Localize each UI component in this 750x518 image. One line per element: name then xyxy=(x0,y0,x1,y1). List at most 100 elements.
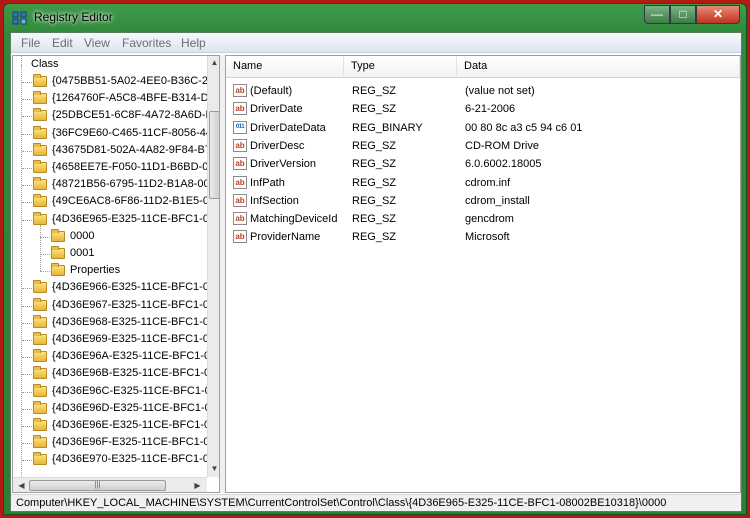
tree-horizontal-scrollbar[interactable]: ◀ ||| ▶ xyxy=(13,477,207,492)
folder-icon xyxy=(33,91,47,105)
folder-icon xyxy=(51,246,65,259)
scroll-left-arrow-icon[interactable]: ◀ xyxy=(15,481,28,490)
tree-item-class-key[interactable]: {4D36E967-E325-11CE-BFC1-080 xyxy=(13,297,207,314)
registry-editor-icon xyxy=(12,11,27,25)
tree-connector xyxy=(22,219,32,221)
tree-connector xyxy=(22,374,32,376)
folder-icon xyxy=(33,314,47,328)
tree-item-label: {4D36E96C-E325-11CE-BFC1-080 xyxy=(52,384,207,397)
tree-item-class-key[interactable]: {4D36E969-E325-11CE-BFC1-080 xyxy=(13,331,207,348)
column-header-data[interactable]: Data xyxy=(457,56,740,77)
tree-item-label: {4D36E967-E325-11CE-BFC1-080 xyxy=(52,298,207,311)
tree-connector xyxy=(22,150,32,152)
tree-item-class-key[interactable]: {4D36E96F-E325-11CE-BFC1-080 xyxy=(13,434,207,451)
value-type: REG_SZ xyxy=(352,176,397,189)
tree-rows: Class {0475BB51-5A02-4EE0-B36C-290 {12647… xyxy=(13,56,207,478)
value-type: REG_SZ xyxy=(352,158,397,171)
registry-key-tree[interactable]: Class {0475BB51-5A02-4EE0-B36C-290 {12647… xyxy=(12,55,220,493)
tree-connector xyxy=(22,322,32,324)
tree-item-class-key[interactable]: {49CE6AC8-6F86-11D2-B1E5-008 xyxy=(13,193,207,210)
folder-icon xyxy=(51,263,65,277)
column-header: Name Type Data xyxy=(226,56,740,78)
tree-item-label: {4D36E965-E325-11CE-BFC1-080 xyxy=(52,212,207,225)
close-button[interactable]: ✕ xyxy=(696,5,740,24)
value-name: (Default) xyxy=(250,85,293,97)
tree-connector xyxy=(22,185,32,187)
tree-item-label: {4D36E96F-E325-11CE-BFC1-080 xyxy=(52,436,207,449)
folder-icon xyxy=(33,435,47,449)
tree-connector xyxy=(22,99,32,101)
column-header-name[interactable]: Name xyxy=(226,56,344,77)
scroll-up-arrow-icon[interactable]: ▲ xyxy=(208,58,219,67)
string-value-icon: ab xyxy=(233,193,247,207)
tree-connector xyxy=(22,443,32,445)
tree-item-class-key[interactable]: {4D36E968-E325-11CE-BFC1-080 xyxy=(13,314,207,331)
tree-item-class-key[interactable]: {36FC9E60-C465-11CF-8056-444 xyxy=(13,125,207,142)
tree-item-class-key[interactable]: {48721B56-6795-11D2-B1A8-008 xyxy=(13,176,207,193)
tree-item-class-key[interactable]: {4D36E96C-E325-11CE-BFC1-080 xyxy=(13,383,207,400)
tree-item-label: {0475BB51-5A02-4EE0-B36C-290 xyxy=(52,75,207,87)
tree-item-label: {1264760F-A5C8-4BFE-B314-D56 xyxy=(52,92,207,105)
maximize-button[interactable]: □ xyxy=(670,5,696,24)
tree-item-label: {4D36E969-E325-11CE-BFC1-080 xyxy=(52,333,207,345)
minimize-button[interactable]: — xyxy=(644,5,670,24)
string-value-icon: ab xyxy=(233,230,247,244)
tree-item-label: {4D36E96D-E325-11CE-BFC1-080 xyxy=(52,401,207,414)
scroll-down-arrow-icon[interactable]: ▼ xyxy=(208,464,219,473)
value-row[interactable]: 011 DriverDateData REG_BINARY 00 80 8c a3 c… xyxy=(226,119,740,137)
menu-view[interactable]: View xyxy=(84,36,110,50)
tree-item-subkey[interactable]: 0001 xyxy=(13,245,207,262)
tree-item-subkey[interactable]: 0000 xyxy=(13,228,207,245)
window-title: Registry Editor xyxy=(34,10,113,24)
tree-item-class-key[interactable]: {4658EE7E-F050-11D1-B6BD-00C xyxy=(13,159,207,176)
folder-icon xyxy=(33,452,47,466)
value-row[interactable]: ab InfSection REG_SZ cdrom_install xyxy=(226,192,740,210)
value-row[interactable]: ab DriverDesc REG_SZ CD-ROM Drive xyxy=(226,137,740,155)
value-row[interactable]: ab MatchingDeviceId REG_SZ gencdrom xyxy=(226,210,740,228)
tree-connector xyxy=(22,168,32,169)
tree-vertical-scrollbar[interactable]: ▲ ▼ xyxy=(207,56,219,477)
string-value-icon: ab xyxy=(233,175,247,189)
tree-item-subkey[interactable]: Properties xyxy=(13,262,207,279)
tree-item-class-key[interactable]: {1264760F-A5C8-4BFE-B314-D56 xyxy=(13,90,207,107)
menu-favorites[interactable]: Favorites xyxy=(122,36,171,50)
folder-icon xyxy=(33,280,47,294)
value-type: REG_SZ xyxy=(352,103,397,116)
menu-help[interactable]: Help xyxy=(181,36,206,50)
tree-item-class-key[interactable]: {4D36E966-E325-11CE-BFC1-080 xyxy=(13,279,207,296)
tree-item-label: 0001 xyxy=(70,247,95,259)
tree-item-label: Properties xyxy=(70,264,121,277)
tree-connector xyxy=(22,426,32,427)
tree-item-class-key[interactable]: {25DBCE51-6C8F-4A72-8A6D-B5 xyxy=(13,107,207,124)
tree-item-class-key[interactable]: {4D36E970-E325-11CE-BFC1-080 xyxy=(13,451,207,468)
tree-item-label: {43675D81-502A-4A82-9F84-B75 xyxy=(52,143,207,156)
tree-item-class-key[interactable]: {4D36E965-E325-11CE-BFC1-080 xyxy=(13,211,207,228)
tree-item-class-key[interactable]: {43675D81-502A-4A82-9F84-B75 xyxy=(13,142,207,159)
scroll-right-arrow-icon[interactable]: ▶ xyxy=(191,481,204,490)
value-row[interactable]: ab InfPath REG_SZ cdrom.inf xyxy=(226,174,740,192)
tree-item-label: {4D36E96B-E325-11CE-BFC1-080 xyxy=(52,367,207,380)
value-row[interactable]: ab DriverVersion REG_SZ 6.0.6002.18005 xyxy=(226,155,740,173)
registry-values-list[interactable]: Name Type Data ab (Default) REG_SZ (value n… xyxy=(225,55,741,493)
value-data: cdrom.inf xyxy=(465,176,511,189)
menu-edit[interactable]: Edit xyxy=(52,36,73,50)
string-value-icon: ab xyxy=(233,102,247,116)
value-row[interactable]: ab ProviderName REG_SZ Microsoft xyxy=(226,228,740,246)
tree-item-class-key[interactable]: {4D36E96E-E325-11CE-BFC1-080 xyxy=(13,417,207,434)
folder-icon xyxy=(33,418,47,431)
tree-item-label: Class xyxy=(31,58,59,70)
tree-item-class-key[interactable]: {0475BB51-5A02-4EE0-B36C-290 xyxy=(13,73,207,90)
menu-file[interactable]: File xyxy=(21,36,40,50)
value-row[interactable]: ab (Default) REG_SZ (value not set) xyxy=(226,82,740,100)
tree-item-class-key[interactable]: {4D36E96A-E325-11CE-BFC1-080 xyxy=(13,348,207,365)
value-row[interactable]: ab DriverDate REG_SZ 6-21-2006 xyxy=(226,100,740,118)
title-bar[interactable]: Registry Editor — □ ✕ xyxy=(4,4,746,32)
value-name: DriverDesc xyxy=(250,139,305,152)
tree-horizontal-scroll-thumb[interactable]: ||| xyxy=(29,480,166,491)
tree-item-class-key[interactable]: {4D36E96D-E325-11CE-BFC1-080 xyxy=(13,400,207,417)
tree-item-class-key[interactable]: {4D36E96B-E325-11CE-BFC1-080 xyxy=(13,365,207,382)
column-header-type[interactable]: Type xyxy=(344,56,457,77)
tree-vertical-scroll-thumb[interactable] xyxy=(209,111,219,199)
tree-item-class[interactable]: Class xyxy=(13,56,207,73)
tree-connector xyxy=(22,116,32,118)
